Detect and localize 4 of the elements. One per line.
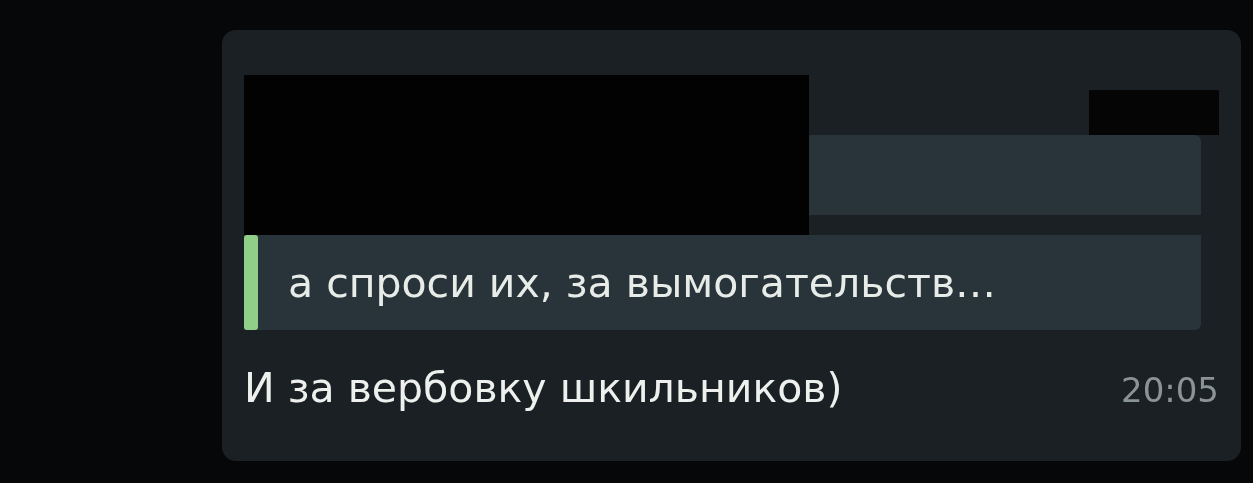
- message-text: И за вербовку шкильников): [244, 364, 843, 412]
- message-time: 20:05: [1121, 370, 1219, 410]
- reply-quote[interactable]: а спроси их, за вымогательств…: [244, 235, 1201, 330]
- quote-text: а спроси их, за вымогательств…: [287, 258, 997, 307]
